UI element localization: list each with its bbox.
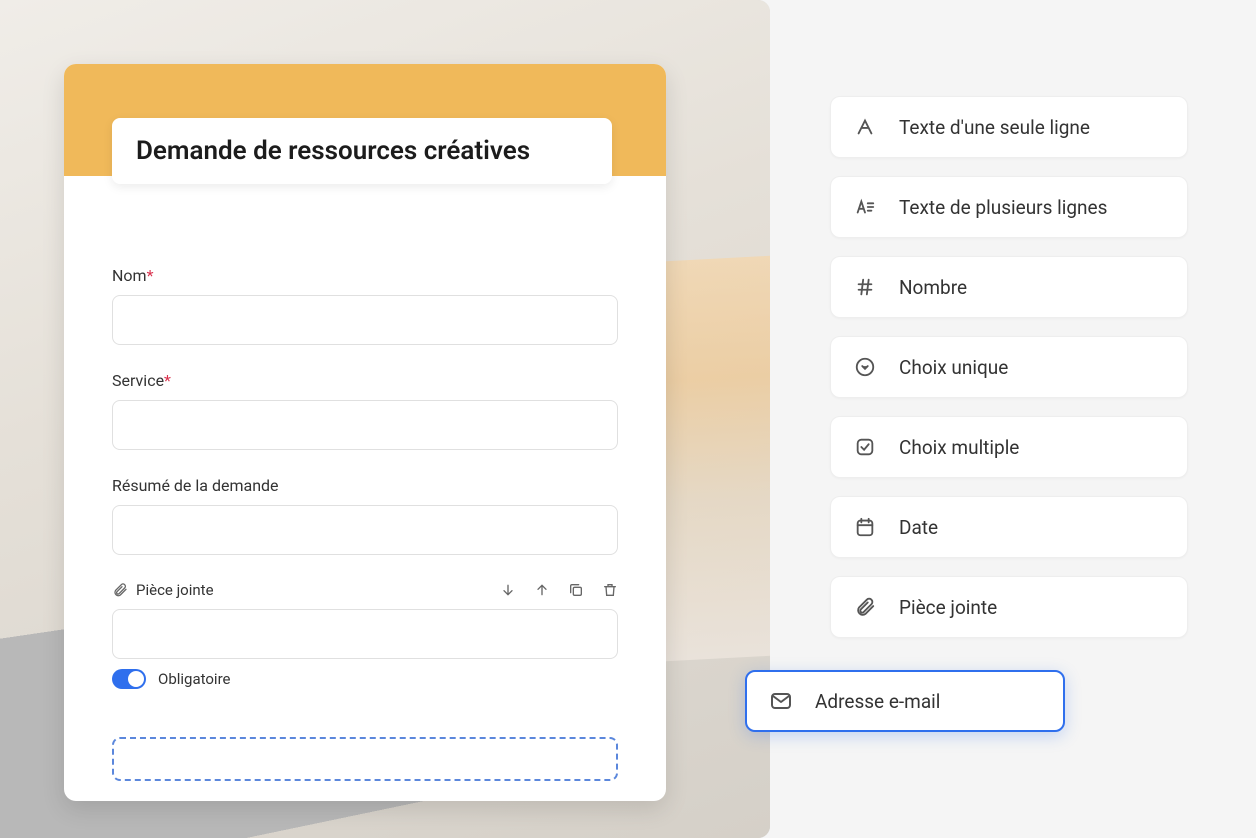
move-down-button[interactable] xyxy=(500,582,516,598)
calendar-icon xyxy=(853,515,877,539)
field-label-service: Service* xyxy=(112,371,618,390)
single-line-text-icon xyxy=(853,115,877,139)
attachment-label-row: Pièce jointe xyxy=(112,581,214,599)
summary-input[interactable] xyxy=(112,505,618,555)
fieldtype-multi-line-text[interactable]: Texte de plusieurs lignes xyxy=(830,176,1188,238)
form-title-container[interactable]: Demande de ressources créatives xyxy=(112,118,612,184)
fieldtype-number[interactable]: Nombre xyxy=(830,256,1188,318)
drop-zone[interactable] xyxy=(112,737,618,781)
form-title: Demande de ressources créatives xyxy=(136,136,588,166)
fieldtype-label: Adresse e-mail xyxy=(815,690,940,713)
field-attachment: Pièce jointe xyxy=(112,581,618,689)
multi-choice-icon xyxy=(853,435,877,459)
field-label-text: Nom xyxy=(112,266,147,285)
envelope-icon xyxy=(769,689,793,713)
field-label-text: Service xyxy=(112,371,164,390)
fieldtype-label: Texte d'une seule ligne xyxy=(899,116,1090,139)
form-card: Demande de ressources créatives Nom* Ser… xyxy=(64,64,666,801)
field-name: Nom* xyxy=(112,266,618,345)
delete-button[interactable] xyxy=(602,582,618,598)
single-choice-icon xyxy=(853,355,877,379)
fieldtype-label: Texte de plusieurs lignes xyxy=(899,196,1107,219)
move-up-button[interactable] xyxy=(534,582,550,598)
attachment-header: Pièce jointe xyxy=(112,581,618,599)
form-body: Nom* Service* Résumé de la demande xyxy=(64,176,666,737)
fieldtype-label: Pièce jointe xyxy=(899,596,997,619)
required-toggle-row: Obligatoire xyxy=(112,669,618,689)
fieldtype-single-choice[interactable]: Choix unique xyxy=(830,336,1188,398)
required-asterisk: * xyxy=(164,371,171,390)
number-icon xyxy=(853,275,877,299)
required-toggle[interactable] xyxy=(112,669,146,689)
fieldtype-label: Choix unique xyxy=(899,356,1008,379)
field-service: Service* xyxy=(112,371,618,450)
fieldtype-email-dragging[interactable]: Adresse e-mail xyxy=(745,670,1065,732)
service-input[interactable] xyxy=(112,400,618,450)
fieldtype-label: Choix multiple xyxy=(899,436,1019,459)
paperclip-icon xyxy=(853,595,877,619)
fieldtype-attachment[interactable]: Pièce jointe xyxy=(830,576,1188,638)
attachment-label-text: Pièce jointe xyxy=(136,581,214,599)
duplicate-button[interactable] xyxy=(568,582,584,598)
field-label-summary: Résumé de la demande xyxy=(112,476,618,495)
form-header-band: Demande de ressources créatives xyxy=(64,64,666,176)
fieldtype-date[interactable]: Date xyxy=(830,496,1188,558)
form-preview-panel: Demande de ressources créatives Nom* Ser… xyxy=(0,0,770,838)
fieldtype-single-line-text[interactable]: Texte d'une seule ligne xyxy=(830,96,1188,158)
attachment-actions xyxy=(500,582,618,598)
attachment-input[interactable] xyxy=(112,609,618,659)
field-types-panel: Texte d'une seule ligne Texte de plusieu… xyxy=(770,0,1256,838)
fieldtype-label: Nombre xyxy=(899,276,967,299)
field-summary: Résumé de la demande xyxy=(112,476,618,555)
field-label-name: Nom* xyxy=(112,266,618,285)
required-asterisk: * xyxy=(147,266,154,285)
paperclip-icon xyxy=(112,582,128,598)
required-toggle-label: Obligatoire xyxy=(158,670,230,688)
multi-line-text-icon xyxy=(853,195,877,219)
fieldtype-multi-choice[interactable]: Choix multiple xyxy=(830,416,1188,478)
name-input[interactable] xyxy=(112,295,618,345)
fieldtype-label: Date xyxy=(899,516,938,539)
